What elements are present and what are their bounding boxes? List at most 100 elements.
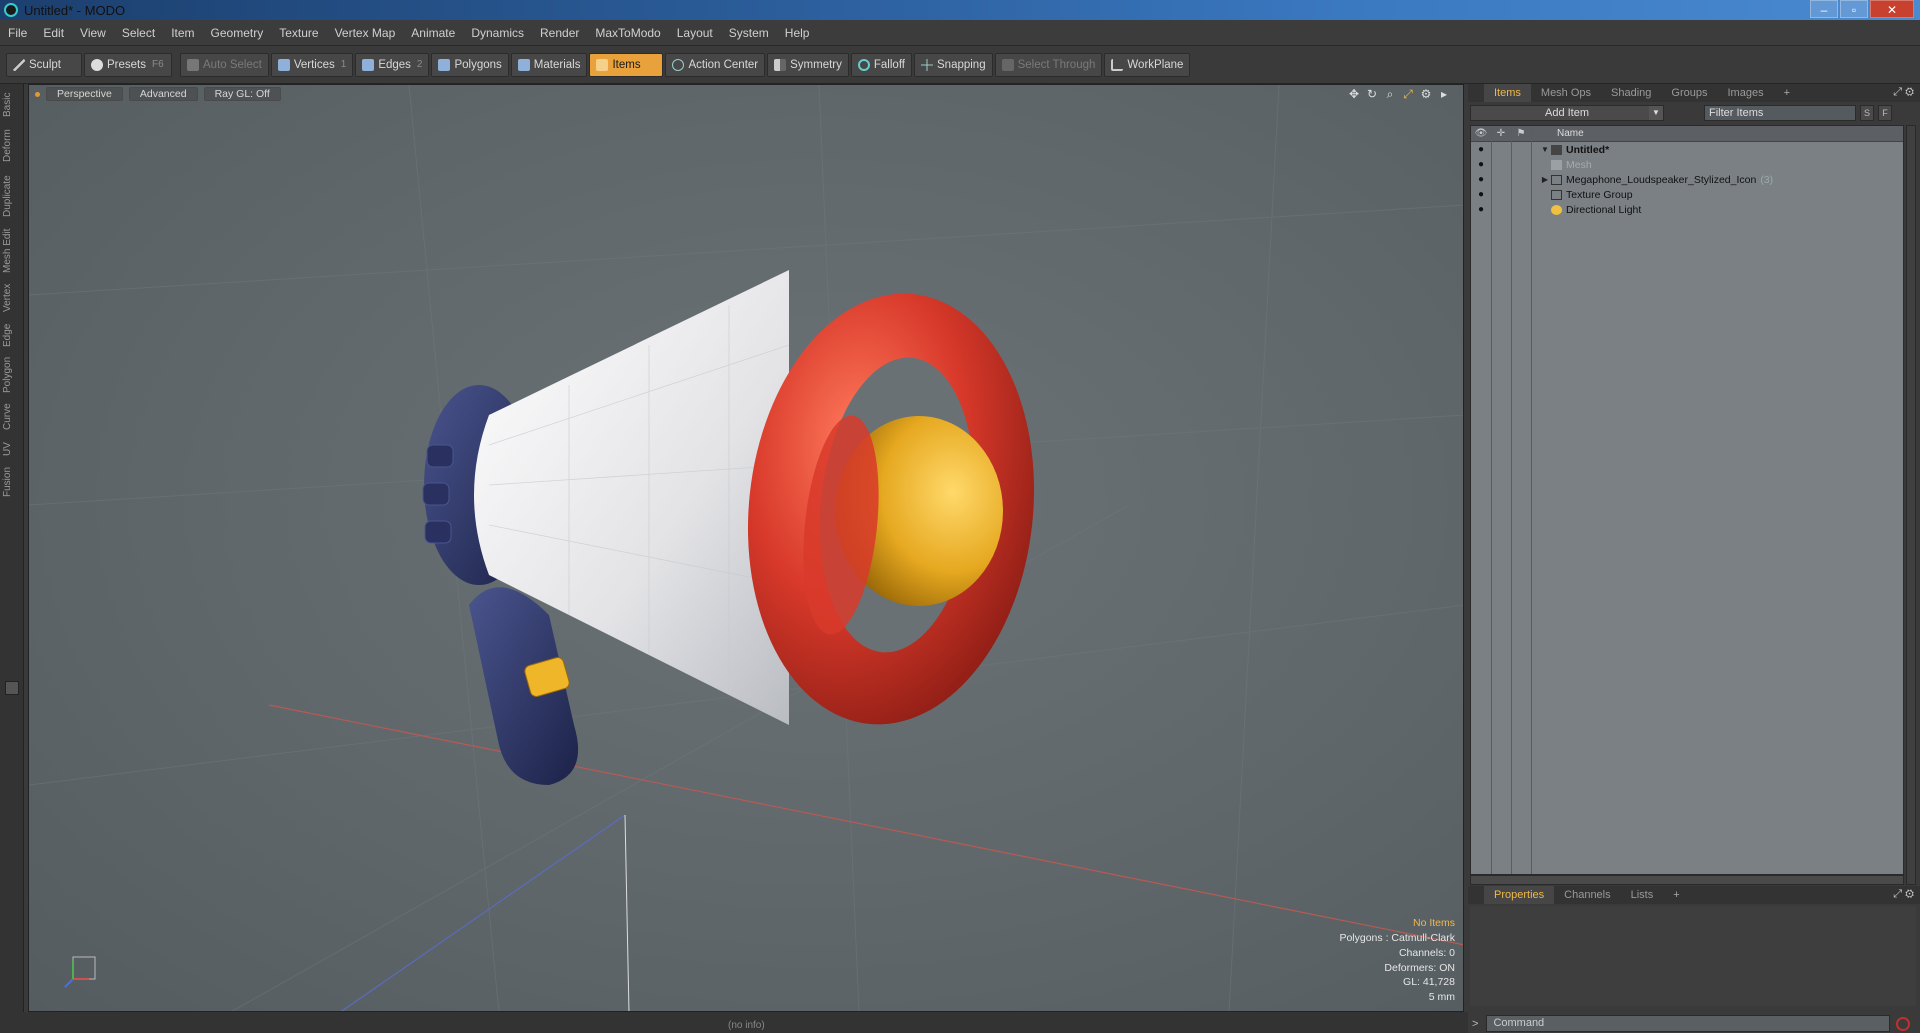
menu-render[interactable]: Render	[532, 26, 587, 40]
vertices-button[interactable]: Vertices 1	[270, 52, 354, 77]
viewport-scene[interactable]	[29, 85, 1464, 1012]
eye-icon[interactable]: ●	[1471, 189, 1491, 200]
tab-vertex[interactable]: Vertex	[2, 280, 22, 316]
menu-item[interactable]: Item	[163, 26, 202, 40]
menu-view[interactable]: View	[72, 26, 114, 40]
perspective-tab[interactable]: Perspective	[46, 87, 123, 101]
select-through-button[interactable]: Select Through	[994, 52, 1103, 77]
workplane-button[interactable]: WorkPlane	[1104, 52, 1191, 77]
vertical-scrollbar[interactable]	[1906, 125, 1916, 885]
record-macro-icon[interactable]	[1896, 1016, 1911, 1031]
snapping-button[interactable]: Snapping	[914, 52, 993, 77]
menu-help[interactable]: Help	[777, 26, 818, 40]
tab-uv[interactable]: UV	[2, 438, 22, 460]
sculpt-button[interactable]: Sculpt	[6, 52, 82, 77]
tab-shading[interactable]: Shading	[1601, 84, 1661, 102]
menu-dynamics[interactable]: Dynamics	[463, 26, 532, 40]
eye-icon[interactable]: ●	[1471, 159, 1491, 170]
render-column-icon[interactable]: ⚑	[1511, 128, 1531, 139]
items-button[interactable]: Items	[589, 52, 664, 77]
visibility-column-icon[interactable]: 👁	[1471, 128, 1491, 139]
tab-items[interactable]: Items	[1484, 84, 1531, 102]
tab-groups[interactable]: Groups	[1661, 84, 1717, 102]
tree-item-mesh[interactable]: ● Mesh	[1471, 157, 1903, 172]
tab-edge[interactable]: Edge	[2, 320, 22, 350]
menu-system[interactable]: System	[721, 26, 777, 40]
tab-duplicate[interactable]: Duplicate	[2, 170, 22, 222]
menu-layout[interactable]: Layout	[669, 26, 721, 40]
tab-images[interactable]: Images	[1718, 84, 1774, 102]
viewport-menu-dot[interactable]	[35, 91, 40, 97]
name-column-header[interactable]: Name	[1557, 128, 1584, 139]
eye-icon[interactable]: ●	[1471, 144, 1491, 155]
expand-arrow-icon[interactable]: ▶	[1539, 175, 1551, 184]
add-item-button[interactable]: Add Item ▼	[1470, 105, 1664, 121]
menu-texture[interactable]: Texture	[271, 26, 326, 40]
eye-icon[interactable]: ●	[1471, 204, 1491, 215]
command-input[interactable]: Command	[1486, 1015, 1891, 1032]
presets-button[interactable]: Presets F6	[84, 52, 172, 77]
viewport-expand-icon[interactable]: ▸	[1437, 88, 1451, 100]
tree-item-texture-group[interactable]: ● Texture Group	[1471, 187, 1903, 202]
horizontal-scrollbar[interactable]	[1470, 875, 1904, 885]
tab-properties[interactable]: Properties	[1484, 886, 1555, 904]
filter-items-input[interactable]: Filter Items	[1704, 105, 1856, 121]
tab-polygon[interactable]: Polygon	[2, 354, 22, 396]
filter-f-button[interactable]: F	[1878, 105, 1892, 121]
tab-lists[interactable]: Lists	[1621, 886, 1664, 904]
menu-file[interactable]: File	[0, 26, 35, 40]
menu-select[interactable]: Select	[114, 26, 163, 40]
menu-vertex-map[interactable]: Vertex Map	[327, 26, 404, 40]
tool-square-icon[interactable]	[5, 681, 19, 695]
properties-options-icon[interactable]: ⤢ ⚙	[1893, 888, 1914, 901]
tab-mesh-ops[interactable]: Mesh Ops	[1531, 84, 1601, 102]
pan-icon[interactable]: ✥	[1347, 88, 1361, 100]
polygons-button[interactable]: Polygons	[431, 52, 509, 77]
tree-item-megaphone[interactable]: ● ▶ Megaphone_Loudspeaker_Stylized_Icon …	[1471, 172, 1903, 187]
tab-deform[interactable]: Deform	[2, 126, 22, 166]
tab-curve[interactable]: Curve	[2, 400, 22, 434]
menu-maxtomodo[interactable]: MaxToModo	[587, 26, 668, 40]
tree-item-directional-light[interactable]: ● Directional Light	[1471, 202, 1903, 217]
fit-icon[interactable]: ⤢	[1401, 88, 1415, 100]
add-properties-tab-button[interactable]: +	[1663, 886, 1689, 904]
filter-s-button[interactable]: S	[1860, 105, 1874, 121]
menu-animate[interactable]: Animate	[403, 26, 463, 40]
mesh-icon	[1551, 159, 1562, 170]
zoom-icon[interactable]: ⌕	[1383, 88, 1397, 100]
falloff-icon	[857, 58, 870, 71]
menu-geometry[interactable]: Geometry	[203, 26, 272, 40]
3d-viewport[interactable]: Perspective Advanced Ray GL: Off ✥ ↻ ⌕ ⤢…	[28, 84, 1464, 1012]
tab-channels[interactable]: Channels	[1554, 886, 1620, 904]
selection-info: No Items	[1412, 917, 1455, 930]
tab-mesh-edit[interactable]: Mesh Edit	[2, 226, 22, 276]
maximize-button[interactable]: ▫	[1840, 0, 1868, 18]
auto-select-button[interactable]: Auto Select	[180, 52, 269, 77]
panel-options-icon[interactable]: ⤢ ⚙	[1893, 86, 1914, 99]
add-item-row: Add Item ▼ Filter Items S F	[1470, 103, 1916, 123]
symmetry-button[interactable]: Symmetry	[767, 52, 849, 77]
z-axis-line	[340, 814, 626, 1011]
edges-button[interactable]: Edges 2	[355, 52, 430, 77]
menu-bar: File Edit View Select Item Geometry Text…	[0, 20, 1920, 46]
menu-edit[interactable]: Edit	[35, 26, 72, 40]
close-button[interactable]: ✕	[1870, 0, 1914, 18]
add-tab-button[interactable]: +	[1774, 84, 1800, 102]
eye-icon[interactable]: ●	[1471, 174, 1491, 185]
tab-basic[interactable]: Basic	[2, 88, 22, 122]
tab-fusion[interactable]: Fusion	[2, 464, 22, 500]
select-through-icon	[1001, 58, 1014, 71]
minimize-button[interactable]: –	[1810, 0, 1838, 18]
materials-button[interactable]: Materials	[510, 52, 588, 77]
add-item-dropdown-icon[interactable]: ▼	[1649, 106, 1663, 120]
action-center-button[interactable]: Action Center	[665, 52, 766, 77]
advanced-tab[interactable]: Advanced	[128, 87, 198, 101]
viewport-settings-icon[interactable]: ⚙	[1419, 88, 1433, 100]
lock-column-icon[interactable]: ✛	[1491, 128, 1511, 139]
tree-item-scene[interactable]: ● ▼ Untitled*	[1471, 142, 1903, 157]
expand-arrow-icon[interactable]: ▼	[1539, 145, 1551, 154]
rotate-icon[interactable]: ↻	[1365, 88, 1379, 100]
workplane-icon	[1111, 58, 1124, 71]
ray-gl-tab[interactable]: Ray GL: Off	[203, 87, 281, 101]
falloff-button[interactable]: Falloff	[850, 52, 912, 77]
